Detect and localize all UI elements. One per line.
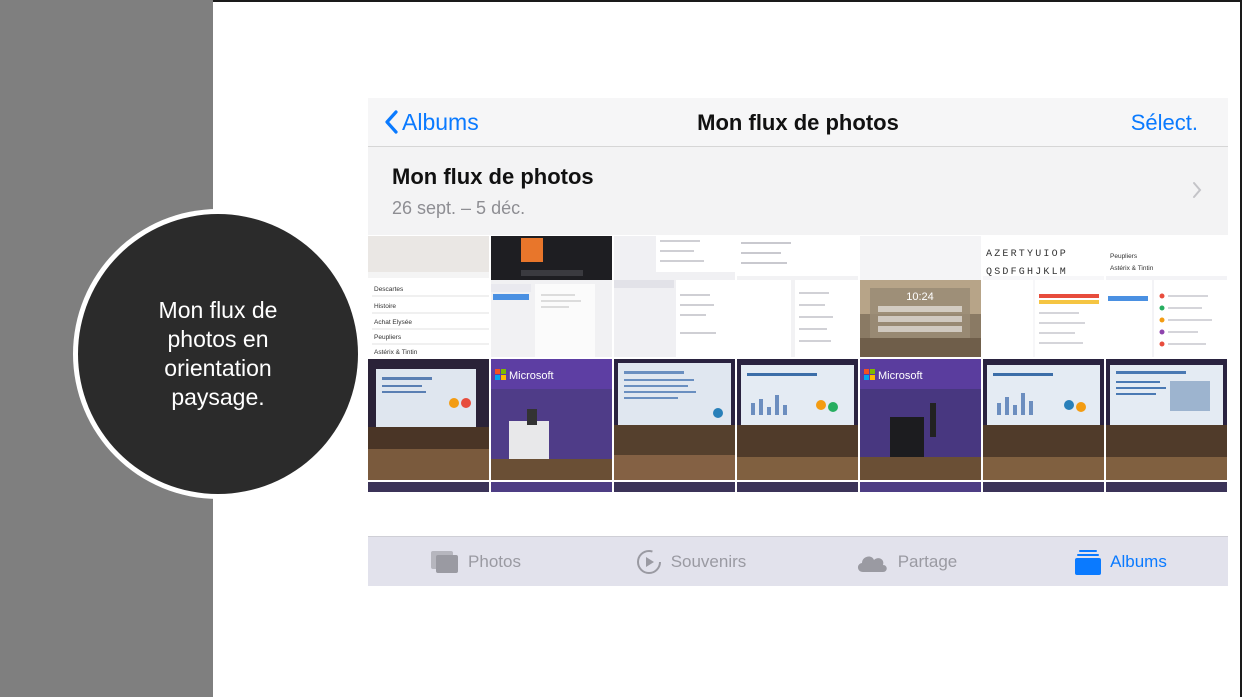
caption-line: photos en bbox=[167, 326, 269, 352]
photo-thumbnail[interactable] bbox=[368, 359, 489, 480]
photo-thumbnail bbox=[1106, 482, 1227, 492]
photo-thumbnail[interactable] bbox=[983, 359, 1104, 480]
photo-thumbnail[interactable] bbox=[1106, 359, 1227, 480]
albums-icon bbox=[1075, 550, 1102, 575]
chevron-left-icon bbox=[385, 110, 398, 134]
tab-photos[interactable]: Photos bbox=[368, 537, 583, 586]
tab-label: Photos bbox=[468, 552, 521, 571]
photo-grid: Descartes Histoire Achat Elysée Peuplier… bbox=[368, 236, 1228, 536]
keyboard-row-top: AZERTYUIOP bbox=[986, 249, 1068, 260]
tab-sharing[interactable]: Partage bbox=[798, 537, 1013, 586]
back-button-label: Albums bbox=[402, 108, 479, 135]
tab-label: Partage bbox=[897, 552, 958, 571]
photo-thumbnail[interactable]: Descartes Histoire Achat Elysée Peuplier… bbox=[368, 236, 489, 357]
chevron-right-icon bbox=[1193, 182, 1202, 198]
caption-line: orientation bbox=[164, 355, 272, 381]
photo-thumbnail[interactable]: Microsoft bbox=[860, 359, 981, 480]
collection-item: Descartes bbox=[374, 286, 404, 293]
collection-item: Achat Elysée bbox=[374, 319, 412, 326]
photo-thumbnail[interactable]: Peupliers Astérix & Tintin bbox=[1106, 236, 1227, 357]
collection-item: Peupliers bbox=[1110, 253, 1138, 260]
slide-caption: Mon flux de photos en orientation paysag… bbox=[118, 296, 318, 412]
collection-item: Peupliers bbox=[374, 334, 402, 341]
photo-thumbnail[interactable] bbox=[614, 236, 735, 357]
album-date-range: 26 sept. – 5 déc. bbox=[392, 198, 526, 218]
back-button[interactable]: Albums bbox=[384, 108, 479, 136]
photo-thumbnail bbox=[983, 482, 1104, 492]
photos-app-screenshot: Albums Mon flux de photos Sélect. Mon fl… bbox=[368, 98, 1228, 586]
select-button[interactable]: Sélect. bbox=[1131, 110, 1198, 136]
photo-thumbnail bbox=[614, 482, 735, 492]
tab-memories[interactable]: Souvenirs bbox=[583, 537, 798, 586]
memories-icon bbox=[636, 550, 661, 574]
nav-title: Mon flux de photos bbox=[697, 110, 899, 135]
photo-thumbnail[interactable] bbox=[737, 359, 858, 480]
brand-text: Microsoft bbox=[878, 370, 923, 382]
tab-albums[interactable]: Albums bbox=[1013, 537, 1228, 586]
keyboard-row-middle: QSDFGHJKLM bbox=[986, 267, 1068, 278]
photo-thumbnail bbox=[860, 482, 981, 492]
photo-thumbnail[interactable]: Microsoft bbox=[491, 359, 612, 480]
photo-thumbnail[interactable] bbox=[614, 359, 735, 480]
lockscreen-clock: 10:24 bbox=[906, 291, 934, 303]
tab-bar: Photos Souvenirs Partage Albums bbox=[368, 536, 1228, 586]
photos-icon bbox=[431, 551, 459, 573]
caption-line: paysage. bbox=[171, 384, 265, 410]
photo-thumbnail[interactable]: AZERTYUIOP QSDFGHJKLM bbox=[983, 236, 1104, 357]
cloud-icon bbox=[857, 556, 887, 572]
collection-item: Astérix & Tintin bbox=[1110, 265, 1154, 272]
photo-thumbnail[interactable] bbox=[491, 236, 612, 357]
brand-text: Microsoft bbox=[509, 370, 554, 382]
caption-line: Mon flux de bbox=[158, 297, 278, 323]
navigation-bar: Albums Mon flux de photos Sélect. bbox=[368, 98, 1228, 147]
collection-item: Histoire bbox=[374, 303, 396, 310]
photo-thumbnail[interactable]: 10:24 bbox=[860, 236, 981, 357]
album-header[interactable]: Mon flux de photos 26 sept. – 5 déc. bbox=[368, 147, 1228, 235]
caption-circle: Mon flux de photos en orientation paysag… bbox=[78, 214, 358, 494]
photo-thumbnail bbox=[737, 236, 858, 357]
tab-label: Albums bbox=[1110, 552, 1167, 571]
collection-item: Astérix & Tintin bbox=[374, 349, 418, 356]
photo-thumbnail bbox=[491, 482, 612, 492]
tab-label: Souvenirs bbox=[670, 552, 747, 571]
photo-thumbnail bbox=[737, 482, 858, 492]
album-title: Mon flux de photos bbox=[392, 164, 594, 189]
photo-thumbnail bbox=[368, 482, 489, 492]
